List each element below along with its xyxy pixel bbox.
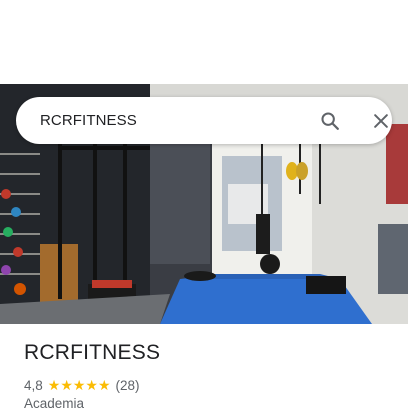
place-category: Academia bbox=[24, 396, 85, 408]
rating-value: 4,8 bbox=[24, 377, 43, 393]
review-count[interactable]: (28) bbox=[116, 378, 140, 393]
rating-row[interactable]: 4,8 ★★★★★ (28) bbox=[24, 376, 140, 394]
search-bar[interactable]: RCRFITNESS bbox=[16, 97, 392, 144]
search-button[interactable] bbox=[316, 107, 344, 135]
star-icon: ★★★★★ bbox=[47, 376, 111, 393]
search-input[interactable]: RCRFITNESS bbox=[40, 97, 137, 144]
close-icon bbox=[374, 114, 388, 128]
search-icon bbox=[321, 112, 339, 130]
close-button[interactable] bbox=[367, 107, 395, 135]
place-title: RCRFITNESS bbox=[24, 341, 161, 364]
